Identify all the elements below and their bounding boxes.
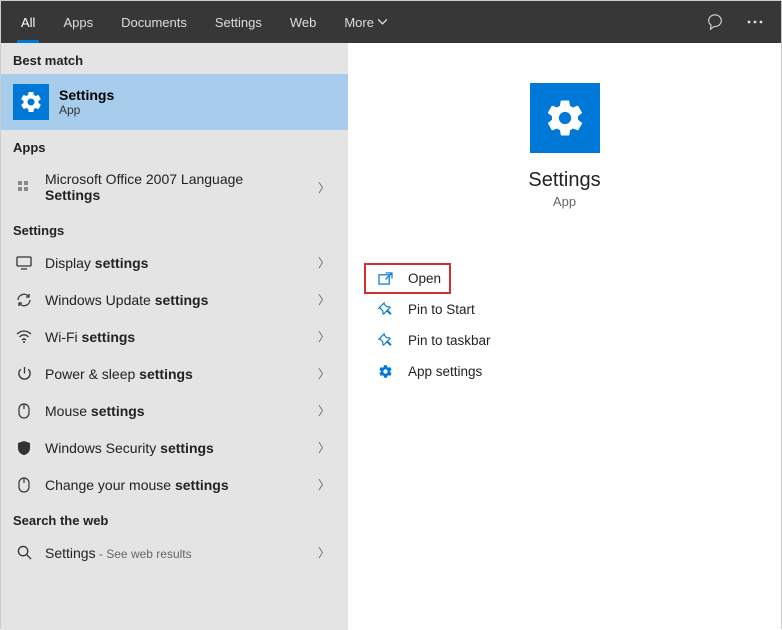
preview-title: Settings: [364, 169, 765, 192]
power-icon: [13, 366, 35, 381]
chevron-right-icon: 〉: [318, 544, 336, 561]
setting-windows-update[interactable]: Windows Update settings 〉: [1, 281, 348, 318]
settings-header: Settings: [1, 213, 348, 244]
setting-label: Change your mouse settings: [45, 477, 318, 493]
action-pin-taskbar[interactable]: Pin to taskbar: [364, 325, 765, 356]
mouse-icon: [13, 477, 35, 493]
setting-mouse[interactable]: Mouse settings 〉: [1, 392, 348, 429]
tab-more[interactable]: More: [330, 1, 401, 43]
setting-label: Wi-Fi settings: [45, 329, 318, 345]
display-icon: [13, 256, 35, 270]
open-icon: [374, 272, 396, 285]
chevron-down-icon: [378, 19, 387, 25]
preview-panel: Settings App Open Pin to Start Pin to ta…: [348, 43, 781, 630]
action-label: Open: [408, 271, 441, 286]
setting-wifi[interactable]: Wi-Fi settings 〉: [1, 318, 348, 355]
best-match-item[interactable]: Settings App: [1, 74, 348, 130]
action-pin-start[interactable]: Pin to Start: [364, 294, 765, 325]
setting-change-mouse[interactable]: Change your mouse settings 〉: [1, 466, 348, 503]
gear-icon: [374, 364, 396, 379]
action-label: Pin to Start: [408, 302, 475, 317]
best-match-title: Settings: [59, 87, 114, 103]
web-result-item[interactable]: Settings - See web results 〉: [1, 534, 348, 571]
best-match-header: Best match: [1, 43, 348, 74]
chevron-right-icon: 〉: [318, 402, 336, 419]
search-icon: [13, 545, 35, 560]
tab-documents[interactable]: Documents: [107, 1, 201, 43]
setting-label: Mouse settings: [45, 403, 318, 419]
actions-list: Open Pin to Start Pin to taskbar App set…: [364, 263, 765, 387]
tab-all[interactable]: All: [7, 1, 49, 43]
setting-power-sleep[interactable]: Power & sleep settings 〉: [1, 355, 348, 392]
action-open[interactable]: Open: [364, 263, 451, 294]
gear-icon: [530, 83, 600, 153]
setting-label: Display settings: [45, 255, 318, 271]
web-result-label: Settings - See web results: [45, 545, 318, 561]
top-tab-bar: All Apps Documents Settings Web More: [1, 1, 781, 43]
refresh-icon: [13, 292, 35, 308]
chevron-right-icon: 〉: [318, 365, 336, 382]
action-app-settings[interactable]: App settings: [364, 356, 765, 387]
setting-windows-security[interactable]: Windows Security settings 〉: [1, 429, 348, 466]
gear-icon: [13, 84, 49, 120]
apps-header: Apps: [1, 130, 348, 161]
chevron-right-icon: 〉: [318, 291, 336, 308]
wifi-icon: [13, 330, 35, 344]
tab-apps[interactable]: Apps: [49, 1, 107, 43]
setting-label: Windows Security settings: [45, 440, 318, 456]
office-icon: [13, 180, 35, 194]
setting-label: Power & sleep settings: [45, 366, 318, 382]
setting-display[interactable]: Display settings 〉: [1, 244, 348, 281]
action-label: App settings: [408, 364, 482, 379]
setting-label: Windows Update settings: [45, 292, 318, 308]
mouse-icon: [13, 403, 35, 419]
app-result-item[interactable]: Microsoft Office 2007 Language Settings …: [1, 161, 348, 213]
more-options-icon[interactable]: [735, 1, 775, 43]
shield-icon: [13, 440, 35, 456]
tab-web[interactable]: Web: [276, 1, 331, 43]
results-panel: Best match Settings App Apps Microsoft O…: [1, 43, 348, 630]
app-result-label: Microsoft Office 2007 Language Settings: [45, 171, 318, 203]
web-header: Search the web: [1, 503, 348, 534]
action-label: Pin to taskbar: [408, 333, 491, 348]
chevron-right-icon: 〉: [318, 476, 336, 493]
chevron-right-icon: 〉: [318, 179, 336, 196]
pin-taskbar-icon: [374, 333, 396, 348]
best-match-subtitle: App: [59, 103, 114, 117]
chevron-right-icon: 〉: [318, 328, 336, 345]
chevron-right-icon: 〉: [318, 254, 336, 271]
pin-icon: [374, 302, 396, 317]
chevron-right-icon: 〉: [318, 439, 336, 456]
tab-settings[interactable]: Settings: [201, 1, 276, 43]
feedback-icon[interactable]: [695, 1, 735, 43]
preview-subtitle: App: [364, 194, 765, 209]
